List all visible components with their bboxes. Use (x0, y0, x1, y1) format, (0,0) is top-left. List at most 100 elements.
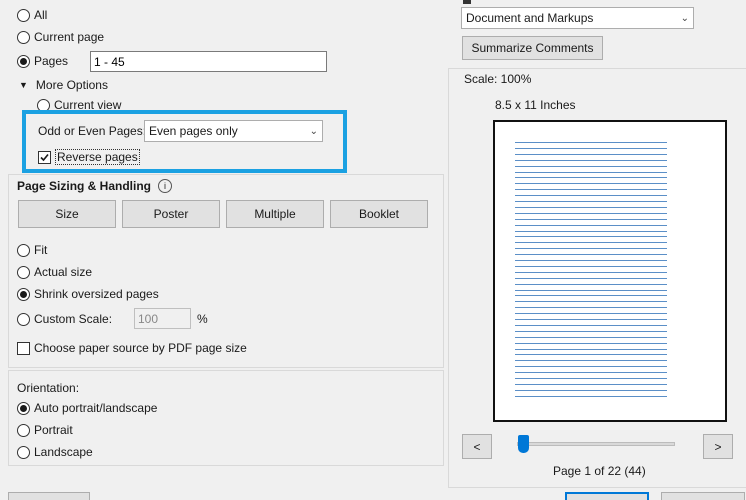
all-radio[interactable] (17, 8, 30, 22)
preview-line (515, 201, 667, 202)
preview-line (515, 218, 667, 220)
portrait-radio-option[interactable]: Portrait (17, 423, 73, 437)
preview-line (515, 313, 667, 315)
preview-line (515, 336, 667, 338)
custom-scale-radio-option[interactable]: Custom Scale: (17, 312, 112, 326)
triangle-down-icon: ▼ (19, 80, 28, 90)
paper-source-option[interactable]: Choose paper source by PDF page size (17, 341, 247, 355)
preview-line (515, 301, 667, 303)
cancel-button[interactable] (661, 492, 745, 500)
tab-size-label: Size (55, 207, 79, 221)
page-setup-button[interactable] (8, 492, 90, 500)
preview-line (515, 189, 667, 191)
reverse-pages-option[interactable]: Reverse pages (38, 149, 140, 165)
preview-line (515, 277, 667, 279)
preview-line (515, 248, 667, 250)
preview-line (515, 195, 667, 197)
odd-even-select[interactable]: Even pages only ⌄ (144, 120, 323, 142)
preview-line (515, 319, 667, 320)
shrink-radio[interactable] (17, 287, 30, 301)
custom-scale-radio[interactable] (17, 312, 30, 326)
preview-line (515, 342, 667, 344)
landscape-radio-option[interactable]: Landscape (17, 445, 93, 459)
summarize-comments-button[interactable]: Summarize Comments (462, 36, 603, 60)
preview-line (515, 147, 667, 149)
landscape-label: Landscape (34, 445, 93, 459)
shrink-label: Shrink oversized pages (34, 287, 159, 301)
pages-label: Pages (34, 54, 69, 68)
preview-line (515, 295, 667, 297)
prev-page-label: < (473, 439, 481, 454)
auto-orientation-radio[interactable] (17, 401, 30, 415)
preview-line (515, 354, 667, 356)
tab-poster[interactable]: Poster (122, 200, 220, 228)
preview-line (515, 348, 667, 350)
preview-line (515, 383, 667, 385)
checkmark-icon (40, 153, 49, 161)
next-page-button[interactable]: > (703, 434, 733, 459)
pages-radio[interactable] (17, 54, 30, 68)
tab-multiple[interactable]: Multiple (226, 200, 324, 228)
page-slider[interactable] (517, 435, 675, 453)
landscape-radio[interactable] (17, 445, 30, 459)
page-slider-thumb[interactable] (518, 435, 529, 453)
scale-label: Scale: 100% (464, 72, 532, 86)
actual-size-radio[interactable] (17, 265, 30, 279)
fit-label: Fit (34, 243, 48, 257)
preview-line (515, 265, 667, 267)
fit-radio[interactable] (17, 243, 30, 257)
current-page-radio[interactable] (17, 30, 30, 44)
reverse-pages-checkbox[interactable] (38, 150, 51, 164)
actual-size-radio-option[interactable]: Actual size (17, 265, 92, 279)
reverse-pages-label: Reverse pages (55, 149, 140, 165)
portrait-radio[interactable] (17, 423, 30, 437)
preview-line (515, 183, 667, 185)
next-page-label: > (714, 439, 722, 454)
print-button[interactable] (565, 492, 649, 500)
preview-line (515, 289, 667, 291)
comments-select-value: Document and Markups (466, 11, 594, 25)
auto-orientation-label: Auto portrait/landscape (34, 401, 158, 415)
tab-multiple-label: Multiple (254, 207, 296, 221)
prev-page-button[interactable]: < (462, 434, 492, 459)
checkbox-fragment (463, 0, 471, 4)
fit-radio-option[interactable]: Fit (17, 243, 47, 257)
actual-size-label: Actual size (34, 265, 93, 279)
preview-line (515, 224, 667, 226)
pages-input[interactable] (90, 51, 327, 72)
tab-booklet[interactable]: Booklet (330, 200, 428, 228)
preview-line (515, 307, 667, 309)
preview-line (515, 171, 667, 173)
auto-orientation-radio-option[interactable]: Auto portrait/landscape (17, 401, 157, 415)
preview-line (515, 395, 667, 397)
paper-source-label: Choose paper source by PDF page size (34, 341, 247, 355)
current-page-radio-option[interactable]: Current page (17, 30, 104, 44)
chevron-down-icon: ⌄ (309, 125, 318, 137)
shrink-radio-option[interactable]: Shrink oversized pages (17, 287, 159, 301)
custom-scale-label: Custom Scale: (34, 312, 113, 326)
preview-line (515, 254, 667, 256)
page-status: Page 1 of 22 (44) (553, 464, 646, 478)
pages-radio-option[interactable]: Pages (17, 54, 68, 68)
preview-line (515, 283, 667, 285)
preview-line (515, 165, 667, 167)
all-label: All (34, 8, 48, 22)
tab-size[interactable]: Size (18, 200, 116, 228)
all-radio-option[interactable]: All (17, 8, 47, 22)
more-options-toggle[interactable]: ▼ More Options (19, 78, 108, 92)
comments-select[interactable]: Document and Markups ⌄ (461, 7, 694, 29)
custom-scale-input[interactable] (134, 308, 191, 329)
portrait-label: Portrait (34, 423, 73, 437)
info-icon[interactable]: i (158, 179, 173, 193)
preview-line (515, 260, 667, 261)
preview-line (515, 389, 667, 391)
current-page-label: Current page (34, 30, 105, 44)
orientation-title: Orientation: (17, 381, 80, 395)
preview-line (515, 153, 667, 155)
preview-line (515, 271, 667, 273)
paper-source-checkbox[interactable] (17, 341, 30, 355)
preview-line (515, 378, 667, 379)
more-options-label: More Options (35, 78, 108, 92)
paper-size-label: 8.5 x 11 Inches (495, 98, 576, 112)
preview-line (515, 360, 667, 362)
